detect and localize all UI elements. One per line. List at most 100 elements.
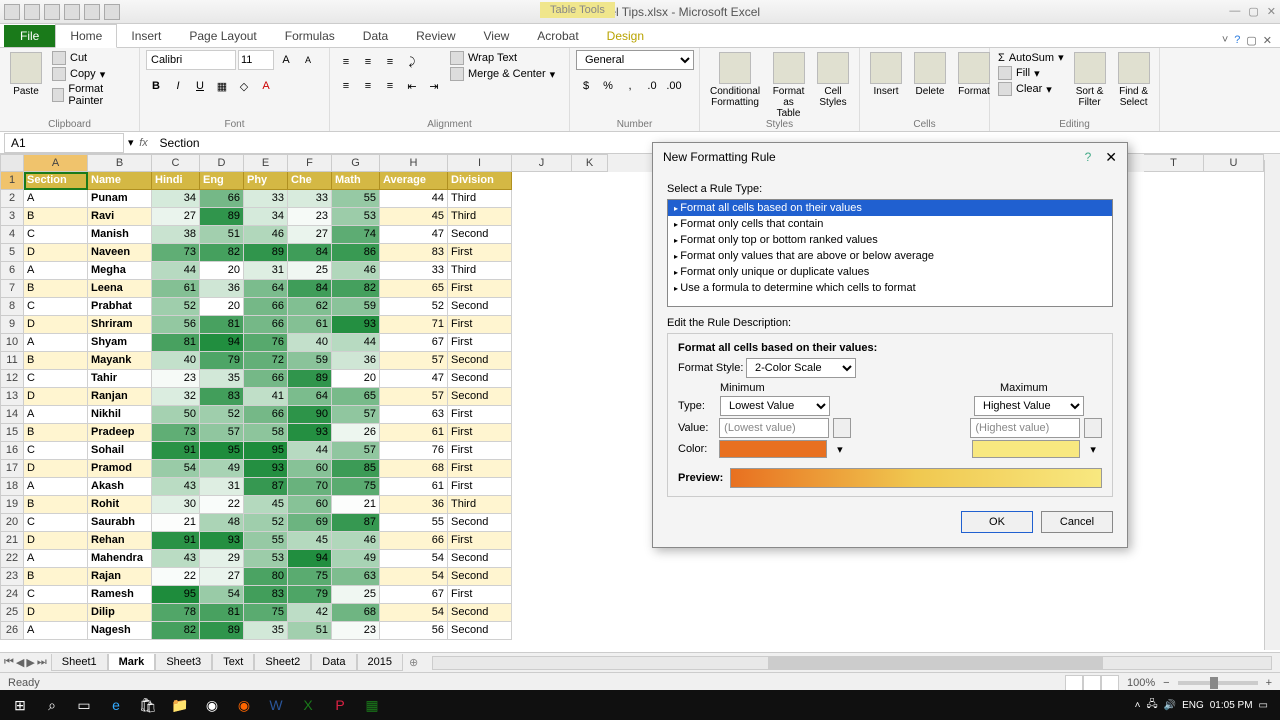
tab-review[interactable]: Review xyxy=(402,25,469,47)
cell[interactable]: 54 xyxy=(380,568,448,586)
format-cells-button[interactable]: Format xyxy=(954,50,994,99)
cell[interactable]: 52 xyxy=(200,406,244,424)
cancel-button[interactable]: Cancel xyxy=(1041,511,1113,533)
cell[interactable]: A xyxy=(24,334,88,352)
prev-sheet-icon[interactable]: ◀ xyxy=(16,656,24,669)
font-color-button[interactable]: A xyxy=(256,76,276,96)
column-header[interactable]: J xyxy=(512,154,572,172)
edge-icon[interactable]: e xyxy=(102,693,130,717)
max-type-select[interactable]: Highest Value xyxy=(974,396,1084,416)
row-header[interactable]: 21 xyxy=(0,532,24,550)
cell[interactable]: A xyxy=(24,550,88,568)
align-center-icon[interactable]: ≡ xyxy=(358,76,378,96)
paste-button[interactable]: Paste xyxy=(6,50,46,99)
tab-data[interactable]: Data xyxy=(349,25,402,47)
cell[interactable]: Second xyxy=(448,370,512,388)
cell[interactable]: 78 xyxy=(152,604,200,622)
chrome-icon[interactable]: ◉ xyxy=(198,693,226,717)
cell[interactable]: 61 xyxy=(380,478,448,496)
cell[interactable]: 79 xyxy=(288,586,332,604)
orientation-icon[interactable]: ⤸ xyxy=(402,52,422,72)
cell[interactable]: 70 xyxy=(288,478,332,496)
rule-type-item[interactable]: Format all cells based on their values xyxy=(668,200,1112,216)
underline-button[interactable]: U xyxy=(190,76,210,96)
store-icon[interactable]: 🛍 xyxy=(134,693,162,717)
cell[interactable]: Prabhat xyxy=(88,298,152,316)
cell[interactable]: 66 xyxy=(380,532,448,550)
cell[interactable]: 43 xyxy=(152,478,200,496)
cell[interactable]: First xyxy=(448,424,512,442)
cell[interactable]: 71 xyxy=(380,316,448,334)
cell[interactable]: 86 xyxy=(332,244,380,262)
cell[interactable]: B xyxy=(24,352,88,370)
cell[interactable]: 72 xyxy=(244,352,288,370)
cell[interactable]: C xyxy=(24,226,88,244)
tab-design[interactable]: Design xyxy=(593,25,658,47)
rule-type-item[interactable]: Format only top or bottom ranked values xyxy=(668,232,1112,248)
tab-home[interactable]: Home xyxy=(55,24,117,48)
notifications-icon[interactable]: ▭ xyxy=(1259,700,1268,711)
cell[interactable]: Third xyxy=(448,208,512,226)
column-header[interactable]: D xyxy=(200,154,244,172)
max-color-select[interactable] xyxy=(972,440,1080,458)
cell-styles-button[interactable]: Cell Styles xyxy=(813,50,853,110)
cell[interactable]: 50 xyxy=(152,406,200,424)
start-icon[interactable]: ⊞ xyxy=(6,693,34,717)
wrap-text-button[interactable]: Wrap Text xyxy=(448,50,557,66)
cell[interactable]: 66 xyxy=(244,370,288,388)
cell[interactable]: Third xyxy=(448,262,512,280)
zoom-level[interactable]: 100% xyxy=(1127,677,1155,689)
cell[interactable]: 82 xyxy=(200,244,244,262)
cell[interactable]: 89 xyxy=(244,244,288,262)
cell[interactable]: 41 xyxy=(244,388,288,406)
cell[interactable]: 51 xyxy=(200,226,244,244)
excel-icon[interactable]: X xyxy=(294,693,322,717)
cell[interactable]: 25 xyxy=(288,262,332,280)
row-header[interactable]: 25 xyxy=(0,604,24,622)
cell[interactable]: 75 xyxy=(288,568,332,586)
cell[interactable]: Akash xyxy=(88,478,152,496)
cell[interactable]: 57 xyxy=(332,442,380,460)
percent-icon[interactable]: % xyxy=(598,76,618,96)
explorer-icon[interactable]: 📁 xyxy=(166,693,194,717)
cell[interactable]: Punam xyxy=(88,190,152,208)
cell[interactable]: 56 xyxy=(380,622,448,640)
row-header[interactable]: 23 xyxy=(0,568,24,586)
cell[interactable]: 66 xyxy=(244,316,288,334)
cell[interactable]: 74 xyxy=(332,226,380,244)
minimize-icon[interactable]: — xyxy=(1229,5,1240,18)
undo-icon[interactable] xyxy=(24,4,40,20)
cell[interactable]: 80 xyxy=(244,568,288,586)
cell[interactable]: 35 xyxy=(244,622,288,640)
cell[interactable]: C xyxy=(24,514,88,532)
row-header[interactable]: 7 xyxy=(0,280,24,298)
font-size-select[interactable] xyxy=(238,50,274,70)
cell[interactable]: Second xyxy=(448,352,512,370)
sheet-tab[interactable]: Sheet2 xyxy=(254,654,311,671)
align-left-icon[interactable]: ≡ xyxy=(336,76,356,96)
sheet-tab[interactable]: Text xyxy=(212,654,254,671)
cell[interactable]: 40 xyxy=(152,352,200,370)
row-header[interactable]: 2 xyxy=(0,190,24,208)
cell[interactable]: 53 xyxy=(244,550,288,568)
new-sheet-icon[interactable]: ⊕ xyxy=(403,656,424,669)
cell[interactable]: 67 xyxy=(380,334,448,352)
cell[interactable]: 42 xyxy=(288,604,332,622)
cell[interactable]: 22 xyxy=(200,496,244,514)
align-top-icon[interactable]: ≡ xyxy=(336,52,356,72)
cell[interactable]: 36 xyxy=(200,280,244,298)
cell[interactable]: 82 xyxy=(332,280,380,298)
cell[interactable]: 38 xyxy=(152,226,200,244)
cell[interactable]: 35 xyxy=(200,370,244,388)
cell[interactable]: 45 xyxy=(380,208,448,226)
view-buttons[interactable] xyxy=(1065,675,1119,691)
cell[interactable]: 48 xyxy=(200,514,244,532)
row-header[interactable]: 12 xyxy=(0,370,24,388)
cell[interactable]: 36 xyxy=(380,496,448,514)
cut-button[interactable]: Cut xyxy=(50,50,133,66)
cell[interactable]: 63 xyxy=(332,568,380,586)
cell[interactable]: 62 xyxy=(288,298,332,316)
cell[interactable]: 60 xyxy=(288,460,332,478)
close-icon[interactable]: ✕ xyxy=(1267,5,1276,18)
cell[interactable]: First xyxy=(448,478,512,496)
